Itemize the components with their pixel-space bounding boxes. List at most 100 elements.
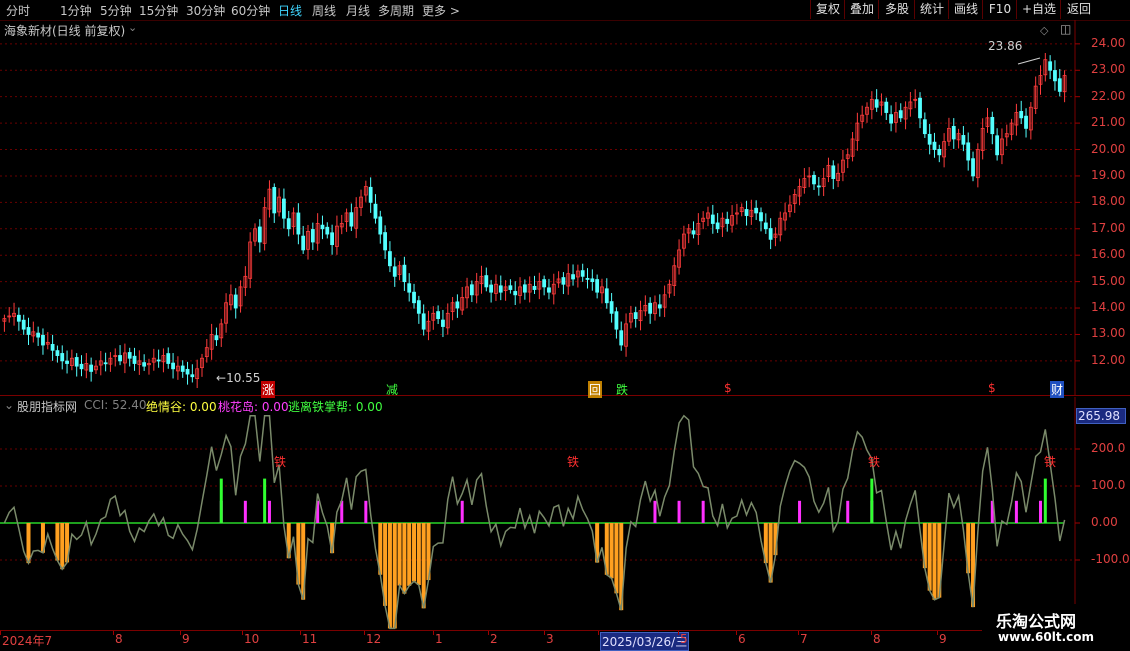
taoli-bar <box>870 478 874 523</box>
candle-body <box>966 142 971 161</box>
event-marker[interactable]: $ <box>724 381 732 395</box>
candle-body <box>1057 78 1062 92</box>
event-marker[interactable]: 跌 <box>616 381 628 398</box>
price-chart[interactable] <box>0 20 1130 396</box>
candle-body <box>36 332 41 338</box>
candle-body <box>373 203 378 219</box>
indicator-menu-icon[interactable]: ⌄ <box>4 398 14 412</box>
candle-body <box>744 209 749 216</box>
candle-body <box>180 365 185 372</box>
taoli-bar <box>219 478 223 523</box>
price-tick-label: 20.00 <box>1091 141 1126 156</box>
time-axis-label: 12 <box>366 632 382 646</box>
candle-body <box>296 212 301 235</box>
taohuadao-bar <box>243 500 247 523</box>
candle-body <box>118 355 122 362</box>
window-toggle-icon[interactable]: ◫ <box>1060 22 1071 36</box>
candle-body <box>614 311 619 330</box>
event-marker[interactable]: $ <box>988 381 996 395</box>
candle-body <box>657 304 662 309</box>
time-axis: 2024年7 8 9 10 11 12 1 2 3 2025/03/26/三 5 6 7 8 9 <box>0 630 1130 651</box>
taohuadao-bar <box>460 500 464 523</box>
candle-body <box>498 285 503 293</box>
period-tab-5min[interactable]: 5分钟 <box>100 2 132 19</box>
candle-body <box>233 294 238 309</box>
indicator-tick-label: -100.0 <box>1091 552 1130 566</box>
candle-body <box>26 327 31 335</box>
taohuadao-bar <box>653 500 657 523</box>
period-tab-more[interactable]: 更多 > <box>422 2 460 19</box>
period-tab-1min[interactable]: 1分钟 <box>60 2 92 19</box>
candle-body <box>547 287 551 293</box>
candle-body <box>257 226 262 243</box>
taohuadao-bar <box>677 500 681 523</box>
indicator-tick-label: 100.0 <box>1091 478 1126 492</box>
candle-body <box>378 216 383 235</box>
candle-body <box>484 275 489 288</box>
oversold-bar <box>397 523 402 586</box>
candle-body <box>932 141 937 150</box>
candle-body <box>79 363 84 370</box>
f10-button[interactable]: F10 <box>982 0 1017 19</box>
time-axis-label: 5 <box>680 632 688 646</box>
candle-body <box>74 357 79 367</box>
toolbar: 分时 1分钟 5分钟 15分钟 30分钟 60分钟 日线 周线 月线 多周期 更… <box>0 0 1130 21</box>
candle-body <box>889 114 894 124</box>
oversold-bar <box>421 523 426 609</box>
candle-body <box>971 158 975 177</box>
oversold-bar <box>609 523 614 579</box>
time-axis-label: 7 <box>800 632 808 646</box>
price-tick-label: 17.00 <box>1091 220 1126 235</box>
candle-body <box>166 353 171 364</box>
signal-tie-label: 铁 <box>1044 455 1057 469</box>
stock-title: 海象新材(日线 前复权) <box>4 24 126 38</box>
event-marker[interactable]: 回 <box>588 381 603 398</box>
candle-body <box>759 212 763 222</box>
period-tab-60min[interactable]: 60分钟 <box>231 2 270 19</box>
time-axis-tick <box>871 631 872 635</box>
period-tab-weekly[interactable]: 周线 <box>312 2 336 19</box>
time-axis-tick <box>937 631 938 635</box>
taohuadao-value: 桃花岛: 0.00 <box>218 400 289 414</box>
diamond-icon[interactable]: ◇ <box>1040 24 1048 37</box>
draw-line-button[interactable]: 画线 <box>948 0 983 19</box>
time-axis-tick <box>544 631 545 635</box>
candle-body <box>532 285 537 290</box>
candle-body <box>768 228 773 240</box>
candle-body <box>441 319 445 327</box>
oversold-bar <box>55 523 60 561</box>
stats-button[interactable]: 统计 <box>914 0 949 19</box>
add-watchlist-button[interactable]: +自选 <box>1016 0 1061 19</box>
jueqinggu-value: 绝情谷: 0.00 <box>146 400 217 414</box>
price-tick-label: 21.00 <box>1091 115 1126 130</box>
candle-body <box>132 355 137 364</box>
back-button[interactable]: 返回 <box>1060 0 1097 19</box>
indicator-chart[interactable] <box>0 397 1130 630</box>
current-indicator-value: 265.98 <box>1076 408 1126 424</box>
time-axis-tick <box>598 631 599 635</box>
candle-body <box>648 302 653 314</box>
period-tab-15min[interactable]: 15分钟 <box>139 2 178 19</box>
multi-stock-button[interactable]: 多股 <box>878 0 915 19</box>
period-tab-monthly[interactable]: 月线 <box>346 2 370 19</box>
period-tab-30min[interactable]: 30分钟 <box>186 2 225 19</box>
chevron-down-icon[interactable]: ⌄ <box>128 21 137 34</box>
period-tab-fenshi[interactable]: 分时 <box>6 2 30 19</box>
price-chart-panel[interactable]: 海象新材(日线 前复权) ⌄ ◇ ◫ 23.86 ←10.55 24.00 23.… <box>0 20 1130 398</box>
oversold-bar <box>614 523 619 594</box>
event-marker[interactable]: 财 <box>1050 381 1065 398</box>
candle-body <box>469 284 474 296</box>
candle-body <box>990 116 995 135</box>
period-tab-multi[interactable]: 多周期 <box>378 2 414 19</box>
overlay-button[interactable]: 叠加 <box>844 0 879 19</box>
candle-body <box>522 284 527 293</box>
event-marker[interactable]: 减 <box>386 381 398 398</box>
event-marker[interactable]: 涨 <box>261 381 276 398</box>
price-tick-label: 24.00 <box>1091 35 1126 50</box>
period-tab-daily[interactable]: 日线 <box>278 2 302 19</box>
candle-body <box>585 278 590 280</box>
fuquan-button[interactable]: 复权 <box>810 0 845 19</box>
indicator-panel[interactable]: ⌄ 股朋指标网 CCI: 52.40 绝情谷: 0.00 桃花岛: 0.00 逃… <box>0 397 1130 630</box>
candle-body <box>301 235 306 251</box>
time-axis-label: 9 <box>939 632 947 646</box>
